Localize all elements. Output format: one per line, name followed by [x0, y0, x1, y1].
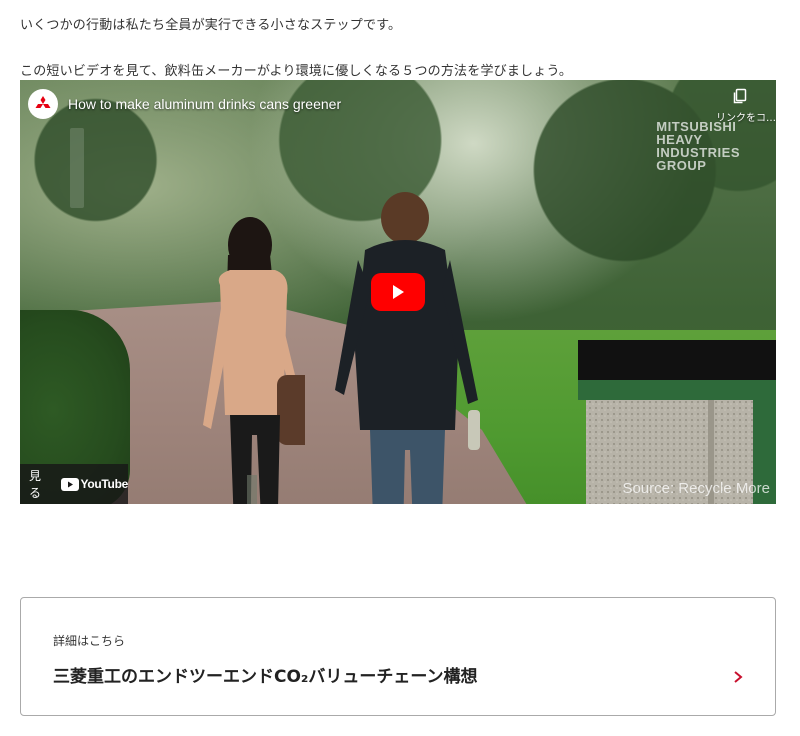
play-button[interactable]: [371, 273, 425, 311]
brand-watermark: MITSUBISHI HEAVY INDUSTRIES GROUP: [656, 120, 740, 172]
youtube-label: YouTube: [80, 477, 129, 491]
watch-on-youtube-button[interactable]: 見る YouTube: [20, 464, 128, 504]
chevron-right-icon: [734, 671, 743, 683]
watermark-line: GROUP: [656, 158, 707, 173]
video-lamp-post: [70, 128, 84, 208]
intro-paragraph-2: この短いビデオを見て、飲料缶メーカーがより環境に優しくなる５つの方法を学びましょ…: [20, 64, 573, 79]
card-title: 三菱重工のエンドツーエンドCO₂バリューチェーン構想: [53, 667, 478, 687]
watch-on-label: 見る: [29, 469, 42, 500]
intro-paragraph-1: いくつかの行動は私たち全員が実行できる小さなステップです。: [20, 18, 402, 33]
woman-figure: [203, 217, 305, 504]
source-credit: Source: Recycle More: [622, 480, 770, 497]
learn-more-card[interactable]: 詳細はこちら 三菱重工のエンドツーエンドCO₂バリューチェーン構想: [20, 597, 776, 716]
youtube-logo: YouTube: [60, 477, 129, 491]
card-eyebrow: 詳細はこちら: [53, 634, 126, 648]
video-title[interactable]: How to make aluminum drinks cans greener: [68, 96, 341, 112]
copy-icon: [733, 88, 747, 104]
man-figure: [335, 192, 480, 504]
mitsubishi-logo[interactable]: [28, 89, 58, 119]
youtube-icon: [60, 477, 79, 491]
video-player[interactable]: How to make aluminum drinks cans greener…: [20, 80, 776, 504]
play-icon: [393, 285, 404, 299]
